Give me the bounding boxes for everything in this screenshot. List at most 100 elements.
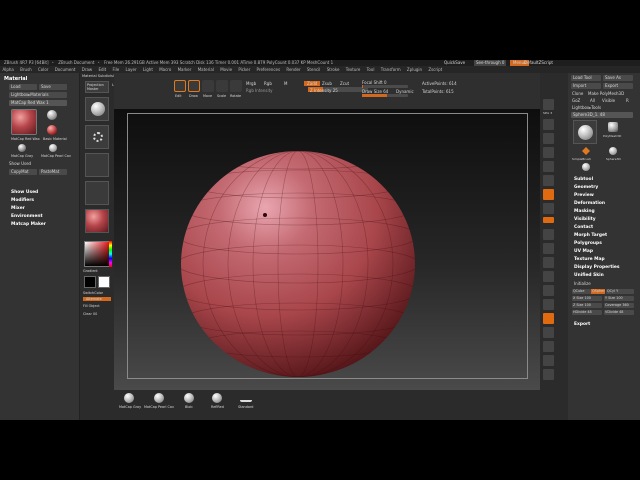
qsphere-button[interactable]: QSphere (591, 289, 605, 294)
goz-button[interactable]: GoZ (572, 98, 580, 103)
m-button[interactable]: M (284, 81, 287, 86)
menu-item[interactable]: Render (286, 67, 300, 72)
basic-material-thumb[interactable] (47, 110, 57, 120)
brush-thumbnail[interactable] (85, 97, 109, 121)
menu-item[interactable]: Material (198, 67, 214, 72)
clone-button[interactable]: Clone (572, 91, 583, 96)
section-texture-map[interactable]: Texture Map (574, 256, 620, 264)
section-show-used[interactable]: Show Used (11, 189, 46, 197)
hue-slider[interactable] (109, 241, 112, 267)
matcap-gray-icon[interactable] (124, 393, 134, 403)
all-button[interactable]: All (590, 98, 595, 103)
qcyl-y-button[interactable]: QCyl Y (606, 289, 634, 294)
section-polygroups[interactable]: Polygroups (574, 240, 620, 248)
menu-item[interactable]: Brush (20, 67, 32, 72)
section-unified-skin[interactable]: Unified Skin (574, 272, 620, 280)
alpha-thumbnail[interactable] (85, 153, 109, 177)
section-uv-map[interactable]: UV Map (574, 248, 620, 256)
menu-item[interactable]: Movie (220, 67, 232, 72)
export-button[interactable]: Export (603, 83, 633, 89)
reflred-icon[interactable] (212, 393, 222, 403)
rgb-button[interactable]: Rgb (264, 81, 272, 86)
menu-item[interactable]: Stroke (327, 67, 340, 72)
menu-item[interactable]: Draw (82, 67, 92, 72)
ghost-button[interactable] (543, 355, 554, 366)
actual-button[interactable] (543, 147, 554, 158)
bpr-button[interactable] (543, 99, 554, 110)
simplebrush-icon[interactable] (582, 147, 590, 155)
section-contact[interactable]: Contact (574, 224, 620, 232)
x-size-slider[interactable]: X Size 100 (572, 296, 602, 301)
line-fill-button[interactable] (543, 313, 554, 324)
move-mode-button[interactable] (202, 80, 214, 92)
menu-item[interactable]: Light (143, 67, 153, 72)
menu-item[interactable]: Marker (178, 67, 192, 72)
alternate-button[interactable]: Alternate (83, 297, 111, 301)
section-deformation[interactable]: Deformation (574, 200, 620, 208)
menu-item[interactable]: Picker (238, 67, 250, 72)
section-visibility[interactable]: Visibility (574, 216, 620, 224)
menu-item[interactable]: Alpha (3, 67, 14, 72)
copy-material-button[interactable]: CopyMat (9, 169, 37, 175)
scale-view-button[interactable] (543, 285, 554, 296)
scale-mode-button[interactable] (216, 80, 228, 92)
menu-item[interactable]: Preferences (257, 67, 281, 72)
section-masking[interactable]: Masking (574, 208, 620, 216)
lightbox-materials-button[interactable]: Lightbox▸Materials (9, 92, 67, 98)
menu-item[interactable]: Stencil (307, 67, 321, 72)
material-thumbnail[interactable] (85, 209, 109, 233)
section-environment[interactable]: Environment (11, 213, 46, 221)
rotate-view-button[interactable] (543, 299, 554, 310)
stroke-thumbnail[interactable] (85, 125, 109, 149)
floor-button[interactable] (543, 203, 554, 214)
xyz-button[interactable] (543, 243, 554, 254)
draw-mode-button[interactable] (188, 80, 200, 92)
sphere-model[interactable] (114, 109, 540, 390)
draw-size-bar[interactable] (362, 94, 408, 97)
section-subtool[interactable]: Subtool (574, 176, 620, 184)
save-as-button[interactable]: Save As (603, 75, 633, 81)
menu-item[interactable]: Macro (159, 67, 171, 72)
menu-item[interactable]: File (113, 67, 120, 72)
frame-button[interactable] (543, 257, 554, 268)
coverage-slider[interactable]: Coverage 360 (604, 303, 634, 308)
menu-item[interactable]: Edit (98, 67, 106, 72)
texture-thumbnail[interactable] (85, 181, 109, 205)
blob-icon[interactable] (184, 393, 194, 403)
switch-color-button[interactable]: SwitchColor (83, 291, 103, 295)
show-used-label[interactable]: Show Used (9, 161, 31, 166)
polyf-button[interactable] (543, 327, 554, 338)
menu-item[interactable]: Tool (367, 67, 375, 72)
persp-button[interactable] (543, 189, 554, 200)
main-color-swatch[interactable] (84, 276, 96, 288)
mrgb-button[interactable]: Mrgb (246, 81, 256, 86)
standard-brush-icon[interactable] (240, 394, 252, 402)
menu-item[interactable]: Color (38, 67, 48, 72)
make-polymesh-button[interactable]: Make PolyMesh3D (588, 91, 624, 96)
current-tool-slider[interactable]: Sphere3D_1. 48 (571, 112, 633, 118)
hdivide-slider[interactable]: HDivide 48 (572, 310, 602, 315)
load-material-button[interactable]: Load (9, 84, 37, 90)
polymesh-tool-icon[interactable] (608, 122, 618, 132)
color-picker[interactable] (84, 241, 110, 267)
edit-mode-button[interactable] (174, 80, 186, 92)
menu-item[interactable]: Zplugin (407, 67, 422, 72)
menu-item[interactable]: Document (55, 67, 76, 72)
section-initialize[interactable]: Initialize (574, 280, 620, 288)
sphere3d-icon[interactable] (609, 147, 617, 155)
aahalf-button[interactable] (543, 161, 554, 172)
zsub-button[interactable]: Zsub (322, 81, 332, 86)
zadd-button[interactable]: Zadd (304, 81, 321, 86)
section-preview[interactable]: Preview (574, 192, 620, 200)
dynamic-button[interactable] (543, 175, 554, 186)
r-button[interactable]: R (626, 98, 629, 103)
document-canvas[interactable] (114, 109, 540, 390)
solo-button[interactable] (543, 369, 554, 380)
menu-item[interactable]: Texture (346, 67, 361, 72)
matcap-gray-thumb[interactable] (18, 144, 26, 152)
zcut-button[interactable]: Zcut (340, 81, 349, 86)
move-view-button[interactable] (543, 271, 554, 282)
fill-object-button[interactable]: Fill Object (83, 304, 100, 308)
current-tool-thumb[interactable] (573, 120, 597, 144)
transp-button[interactable] (543, 341, 554, 352)
